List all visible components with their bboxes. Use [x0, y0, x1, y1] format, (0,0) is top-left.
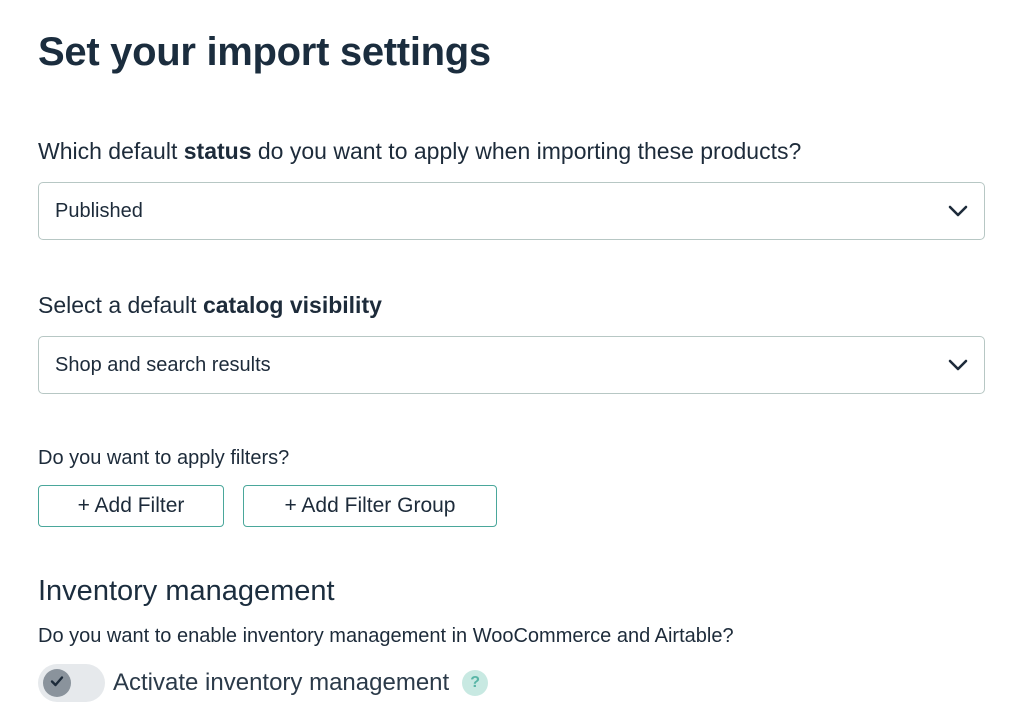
- chevron-down-icon: [946, 353, 970, 377]
- visibility-question-prefix: Select a default: [38, 292, 203, 318]
- status-question-prefix: Which default: [38, 138, 184, 164]
- status-question-suffix: do you want to apply when importing thes…: [251, 138, 802, 164]
- page-title: Set your import settings: [38, 30, 491, 74]
- inventory-toggle[interactable]: [38, 664, 105, 702]
- status-question: Which default status do you want to appl…: [38, 138, 801, 165]
- inventory-toggle-label[interactable]: Activate inventory management: [113, 669, 449, 697]
- status-select-value: Published: [55, 199, 143, 222]
- visibility-select[interactable]: Shop and search results: [38, 336, 985, 394]
- toggle-knob: [43, 669, 71, 697]
- visibility-question-bold: catalog visibility: [202, 292, 382, 318]
- status-select[interactable]: Published: [38, 182, 985, 240]
- inventory-section-title: Inventory management: [38, 575, 335, 607]
- inventory-toggle-row: Activate inventory management ?: [38, 664, 489, 702]
- check-icon: [50, 674, 64, 692]
- question-mark-icon[interactable]: ?: [462, 670, 489, 696]
- filters-question: Do you want to apply filters?: [38, 447, 290, 469]
- visibility-select-value: Shop and search results: [55, 353, 271, 376]
- inventory-question: Do you want to enable inventory manageme…: [38, 625, 734, 647]
- visibility-question: Select a default catalog visibility: [38, 292, 382, 319]
- status-question-bold: status: [183, 138, 252, 164]
- add-filter-button[interactable]: + Add Filter: [38, 485, 224, 527]
- chevron-down-icon: [946, 199, 970, 223]
- add-filter-group-button[interactable]: + Add Filter Group: [243, 485, 497, 527]
